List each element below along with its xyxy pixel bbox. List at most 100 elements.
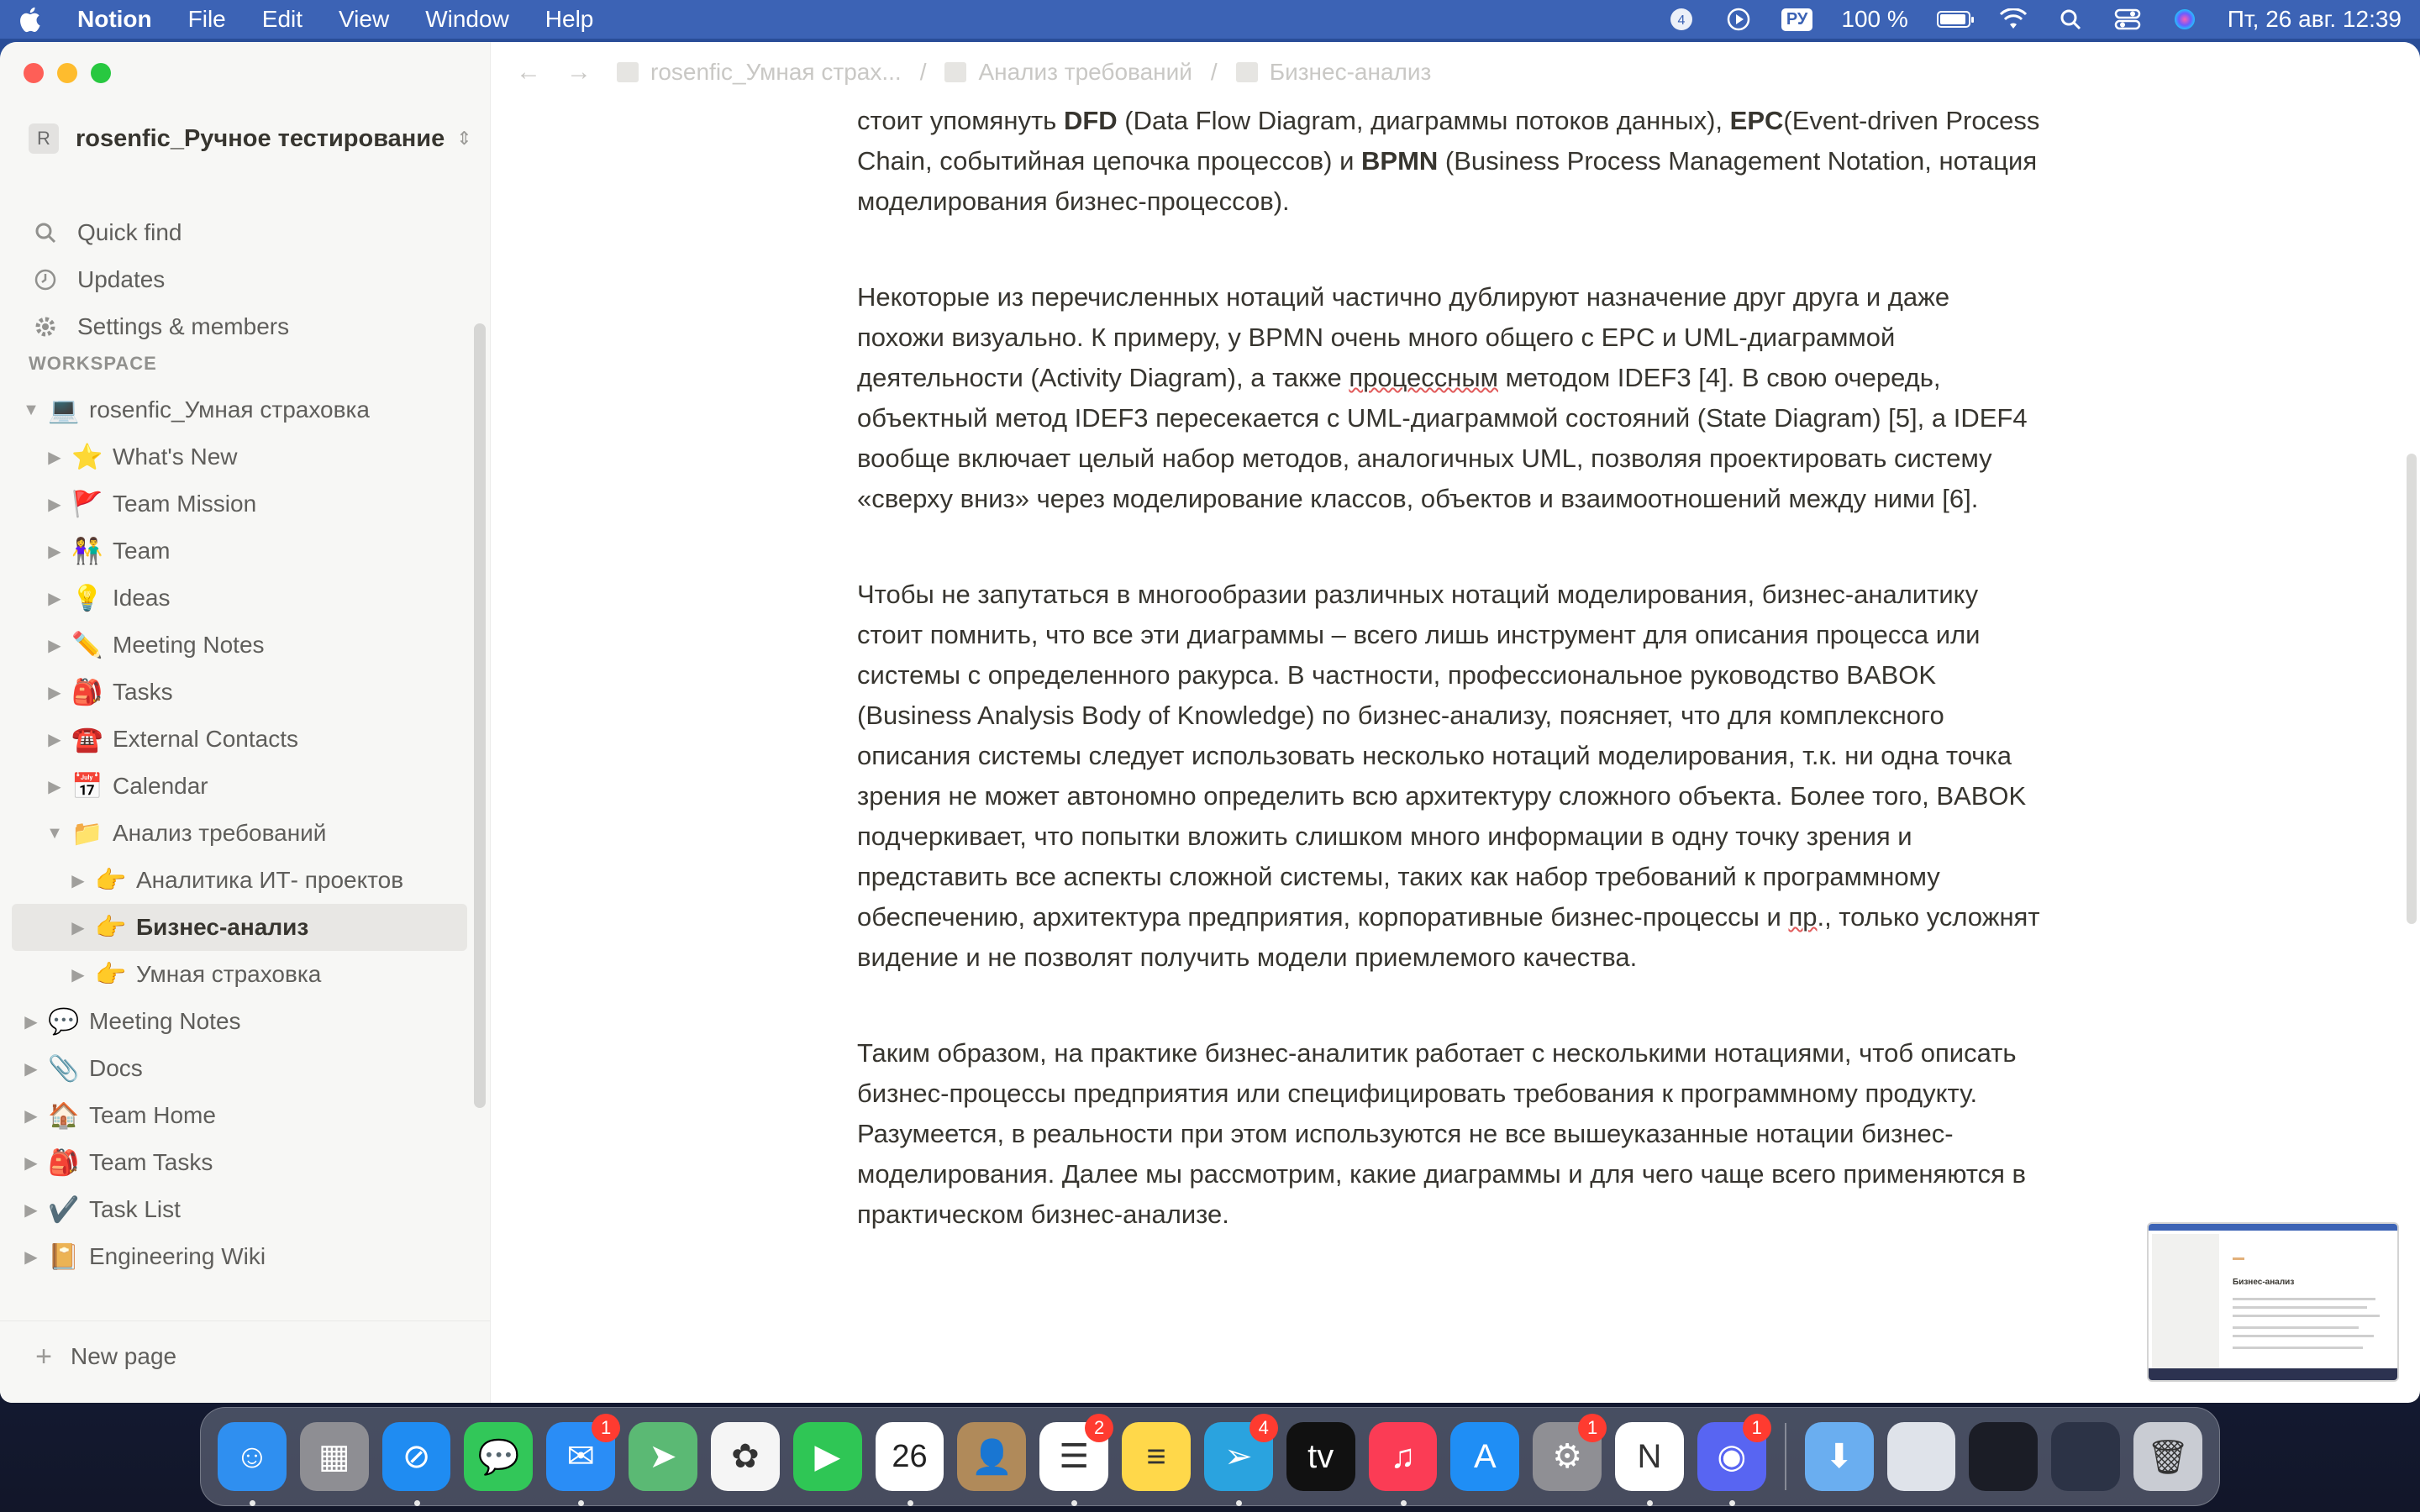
menu-edit[interactable]: Edit [262,6,302,33]
spelling-error-word[interactable]: процессным [1349,363,1498,392]
back-arrow-icon[interactable]: ← [516,58,541,87]
paragraph[interactable]: Некоторые из перечисленных нотаций части… [857,277,2042,519]
caret-right-icon[interactable]: ▶ [20,1011,42,1032]
caret-right-icon[interactable]: ▶ [20,1200,42,1221]
discord-icon[interactable]: ◉ 1 [1697,1414,1771,1506]
sidebar-page-item[interactable]: ▶ 🚩 Team Mission [12,480,467,528]
screenshot-thumbnail[interactable]: Бизнес-анализ [2147,1222,2399,1382]
paragraph[interactable]: Таким образом, на практике бизнес-аналит… [857,1033,2042,1235]
sidebar-scrollbar[interactable] [474,323,486,1108]
sidebar-page-item[interactable]: ▶ 👉 Аналитика ИТ- проектов [12,857,467,904]
caret-right-icon[interactable]: ▶ [20,1247,42,1268]
close-window-button[interactable] [24,63,44,83]
maximize-window-button[interactable] [91,63,111,83]
wifi-icon[interactable] [1999,5,2028,34]
trash-icon[interactable]: 🗑 [2133,1422,2202,1491]
sidebar-page-item[interactable]: ▶ 🏠 Team Home [12,1092,467,1139]
caret-right-icon[interactable]: ▶ [67,870,89,891]
empty-block[interactable] [857,222,2042,277]
apple-menu-icon[interactable] [18,5,44,34]
menu-view[interactable]: View [339,6,389,33]
finder-icon[interactable]: ☺ [218,1422,287,1506]
sidebar-page-item[interactable]: ▶ ☎️ External Contacts [12,716,467,763]
play-icon[interactable] [1724,5,1753,34]
music-icon[interactable]: ♫ [1368,1422,1438,1506]
spelling-error-word[interactable]: пр [1788,902,1817,932]
notes-icon[interactable]: ≡ [1122,1422,1191,1491]
page-content[interactable]: стоит упомянуть DFD (Data Flow Diagram, … [857,101,2042,1235]
sidebar-page-item[interactable]: ▶ 📎 Docs [12,1045,467,1092]
caret-down-icon[interactable]: ▼ [44,824,66,843]
sidebar-page-item[interactable]: ▶ 🎒 Team Tasks [12,1139,467,1186]
sidebar-page-item[interactable]: ▶ 📔 Engineering Wiki [12,1233,467,1280]
new-page-button[interactable]: + New page [29,1336,176,1378]
safari-icon[interactable]: ⊘ [381,1422,451,1506]
breadcrumb-item[interactable]: Бизнес-анализ [1235,59,1431,86]
breadcrumb-item[interactable]: rosenfic_Умная страх... [617,59,902,86]
caret-right-icon[interactable]: ▶ [44,447,66,468]
caret-right-icon[interactable]: ▶ [44,776,66,797]
caret-right-icon[interactable]: ▶ [44,729,66,750]
apple-tv-icon[interactable]: tv [1286,1422,1355,1491]
caret-right-icon[interactable]: ▶ [67,964,89,985]
settings-members-button[interactable]: Settings & members [29,306,289,348]
clock[interactable]: Пт, 26 авг. 12:39 [2228,6,2402,33]
caret-right-icon[interactable]: ▶ [44,541,66,562]
forward-arrow-icon[interactable]: → [566,58,592,87]
contacts-icon[interactable]: 👤 [957,1422,1027,1491]
sidebar-page-item[interactable]: ▶ 👉 Бизнес-анализ [12,904,467,951]
caret-right-icon[interactable]: ▶ [20,1058,42,1079]
system-settings-icon[interactable]: ⚙ 1 [1533,1414,1607,1491]
spotlight-search-icon[interactable] [2056,5,2085,34]
recent-window-icon[interactable] [2051,1422,2121,1491]
menu-file[interactable]: File [188,6,226,33]
downloads-folder-icon[interactable]: ⬇ [1804,1422,1874,1491]
sidebar-page-item[interactable]: ▶ 💡 Ideas [12,575,467,622]
quick-find-button[interactable]: Quick find [29,212,182,254]
menu-window[interactable]: Window [425,6,509,33]
sidebar-page-item[interactable]: ▼ 💻 rosenfic_Умная страховка [12,386,467,433]
sidebar-page-item[interactable]: ▶ 🎒 Tasks [12,669,467,716]
caret-right-icon[interactable]: ▶ [44,635,66,656]
notification-center-icon[interactable]: 4 [1667,5,1696,34]
updates-button[interactable]: Updates [29,259,165,301]
caret-right-icon[interactable]: ▶ [20,1152,42,1173]
caret-down-icon[interactable]: ▼ [20,401,42,420]
maps-icon[interactable]: ➤ [629,1422,697,1491]
sidebar-page-item[interactable]: ▶ 💬 Meeting Notes [12,998,467,1045]
launchpad-icon[interactable]: ▦ [299,1422,369,1491]
breadcrumb-item[interactable]: Анализ требований [944,59,1192,86]
workspace-switcher[interactable]: R rosenfic_Ручное тестирование ⇕ [29,119,474,158]
recent-window-icon[interactable] [1886,1422,1956,1491]
sidebar-page-item[interactable]: ▶ 👉 Умная страховка [12,951,467,998]
app-store-icon[interactable]: A [1450,1422,1520,1491]
sidebar-page-item[interactable]: ▶ ✔️ Task List [12,1186,467,1233]
empty-block[interactable] [857,978,2042,1033]
page-scrollbar[interactable] [2407,454,2417,924]
photos-icon[interactable]: ✿ [710,1422,780,1491]
menu-help[interactable]: Help [545,6,594,33]
sidebar-page-item[interactable]: ▶ 📅 Calendar [12,763,467,810]
caret-right-icon[interactable]: ▶ [67,917,89,938]
messages-icon[interactable]: 💬 [464,1422,534,1491]
paragraph[interactable]: Чтобы не запутаться в многообразии разли… [857,575,2042,978]
caret-right-icon[interactable]: ▶ [44,682,66,703]
empty-block[interactable] [857,519,2042,575]
notion-icon[interactable]: N [1615,1422,1684,1506]
control-center-icon[interactable] [2113,5,2142,34]
sidebar-page-item[interactable]: ▼ 📁 Анализ требований [12,810,467,857]
caret-right-icon[interactable]: ▶ [44,494,66,515]
facetime-icon[interactable]: ▶ [792,1422,862,1491]
sidebar-page-item[interactable]: ▶ ✏️ Meeting Notes [12,622,467,669]
app-menu-notion[interactable]: Notion [77,6,152,33]
mail-icon[interactable]: ✉ 1 [546,1414,621,1506]
reminders-icon[interactable]: ☰ 2 [1039,1414,1114,1506]
paragraph[interactable]: стоит упомянуть DFD (Data Flow Diagram, … [857,101,2042,222]
keyboard-layout-indicator[interactable]: РУ [1781,8,1813,31]
sidebar-page-item[interactable]: ▶ 👫 Team [12,528,467,575]
telegram-icon[interactable]: ➢ 4 [1203,1414,1278,1506]
siri-icon[interactable] [2170,5,2199,34]
sidebar-page-item[interactable]: ▶ ⭐ What's New [12,433,467,480]
caret-right-icon[interactable]: ▶ [20,1105,42,1126]
calendar-icon[interactable]: 26 [875,1422,944,1506]
